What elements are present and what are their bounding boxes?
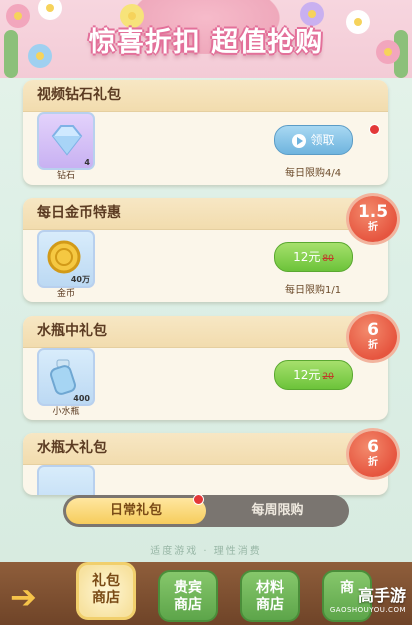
card-title: 视频钻石礼包 bbox=[23, 80, 388, 112]
item-quantity: 4 bbox=[84, 158, 90, 167]
claim-button-label: 领取 bbox=[310, 133, 335, 147]
header-banner: 惊喜折扣 超值抢购 bbox=[0, 0, 412, 78]
item-quantity: 400 bbox=[73, 394, 90, 403]
discount-unit: 折 bbox=[368, 222, 378, 233]
diamond-icon: 4 bbox=[37, 112, 95, 170]
watermark-url: GAOSHOUYOU.COM bbox=[329, 606, 406, 614]
discount-value: 6 bbox=[367, 320, 379, 340]
nav-label: 材料 bbox=[256, 580, 284, 596]
claim-button[interactable]: 领取 bbox=[274, 125, 353, 155]
item-label: 小水瓶 bbox=[52, 407, 80, 417]
card-title: 水瓶中礼包 bbox=[23, 316, 388, 348]
price: 12元 bbox=[293, 368, 321, 382]
buy-button[interactable]: 12元 20 bbox=[274, 360, 353, 390]
gold-coin-icon: 40万 bbox=[37, 230, 95, 288]
tab-switcher: 日常礼包 每周限购 bbox=[63, 495, 349, 527]
item-quantity: 40万 bbox=[70, 275, 90, 284]
flower-icon bbox=[38, 0, 62, 20]
original-price: 20 bbox=[322, 372, 334, 382]
price: 12元 bbox=[293, 250, 321, 264]
water-bottle-icon bbox=[37, 465, 95, 495]
discount-value: 1.5 bbox=[357, 202, 389, 222]
back-arrow-icon[interactable]: ➔ bbox=[10, 578, 37, 616]
discount-badge: 6 折 bbox=[349, 431, 397, 477]
nav-gift-shop[interactable]: 礼包 商店 bbox=[76, 562, 136, 620]
banner-title: 惊喜折扣 超值抢购 bbox=[88, 27, 324, 58]
item-label: 金币 bbox=[56, 289, 75, 299]
purchase-limit: 每日限购4/4 bbox=[285, 168, 342, 179]
nav-material-shop[interactable]: 材料 商店 bbox=[240, 570, 300, 622]
discount-unit: 折 bbox=[368, 457, 378, 468]
water-bottle-icon: 400 bbox=[37, 348, 95, 406]
gift-card-water-large: 水瓶大礼包 bbox=[23, 433, 388, 495]
health-slogan: 适度游戏 · 理性消费 bbox=[150, 546, 262, 557]
nav-label: 礼包 bbox=[92, 573, 120, 589]
play-video-icon bbox=[292, 133, 307, 148]
card-title: 水瓶大礼包 bbox=[23, 433, 388, 465]
discount-value: 6 bbox=[367, 437, 379, 457]
gift-card-diamond: 视频钻石礼包 4 钻石 领取 每日限购4/4 bbox=[23, 80, 388, 185]
notification-dot bbox=[193, 494, 204, 505]
card-title: 每日金币特惠 bbox=[23, 198, 388, 230]
gift-card-water-medium: 水瓶中礼包 400 小水瓶 12元 20 bbox=[23, 316, 388, 420]
item-label: 钻石 bbox=[56, 171, 75, 181]
purchase-limit: 每日限购1/1 bbox=[285, 285, 342, 296]
nav-label: 商店 bbox=[256, 597, 284, 613]
tab-weekly-limited[interactable]: 每周限购 bbox=[206, 495, 349, 527]
nav-vip-shop[interactable]: 贵宾 商店 bbox=[158, 570, 218, 622]
nav-label: 商店 bbox=[92, 590, 120, 606]
discount-badge: 1.5 折 bbox=[349, 196, 397, 242]
gift-card-gold: 每日金币特惠 40万 金币 12元 80 每日限购1/1 bbox=[23, 198, 388, 302]
tab-daily-packs[interactable]: 日常礼包 bbox=[66, 498, 206, 524]
nav-label: 贵宾 bbox=[174, 580, 202, 596]
notification-dot bbox=[369, 124, 380, 135]
watermark-logo: 高手游 bbox=[357, 586, 406, 605]
discount-badge: 6 折 bbox=[349, 314, 397, 360]
discount-unit: 折 bbox=[368, 340, 378, 351]
original-price: 80 bbox=[322, 254, 334, 264]
buy-button[interactable]: 12元 80 bbox=[274, 242, 353, 272]
nav-label: 商店 bbox=[174, 597, 202, 613]
